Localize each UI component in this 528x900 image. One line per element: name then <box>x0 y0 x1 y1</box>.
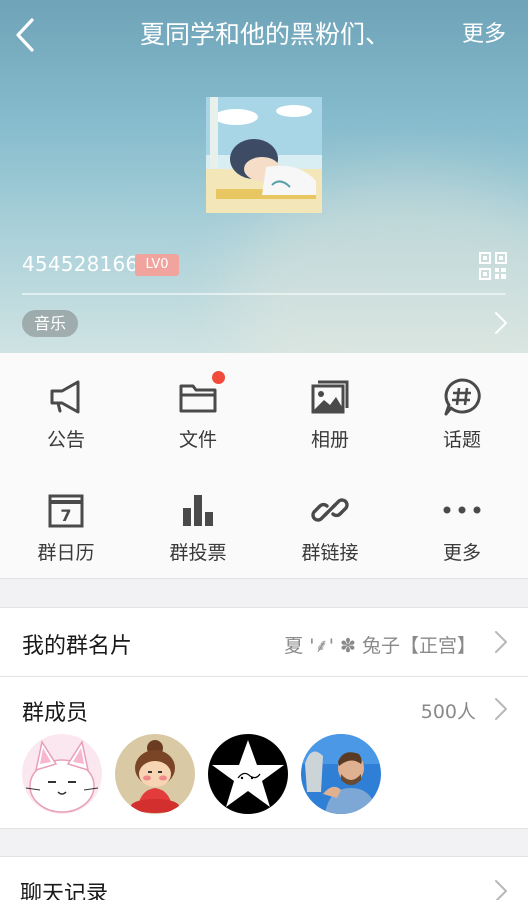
group-members-row[interactable]: 群成员 500人 <box>0 677 528 828</box>
chevron-right-icon <box>495 631 507 653</box>
grid-item-album[interactable]: 相册 <box>264 353 396 466</box>
grid-item-label: 群日历 <box>37 542 95 564</box>
grid-item-files[interactable]: 文件 <box>132 353 264 466</box>
chevron-right-icon <box>495 698 507 720</box>
svg-text:7: 7 <box>60 506 71 525</box>
photo-album-icon <box>311 380 349 414</box>
group-members-title: 群成员 <box>22 701 89 726</box>
group-header-hero: 夏同学和他的黑粉们、 更多 454528166 LV0 音乐 <box>0 0 528 353</box>
member-avatar-cat[interactable] <box>22 734 102 814</box>
grid-item-label: 群投票 <box>169 542 227 564</box>
chat-history-row[interactable]: 聊天记录 <box>0 857 528 900</box>
grid-divider <box>0 578 528 579</box>
group-id-number: 454528166 <box>22 252 139 276</box>
back-arrow-icon <box>16 18 34 52</box>
my-group-card-value: 夏 '⸙' ✽ 兔子【正宫】 <box>284 635 476 657</box>
qr-code-button[interactable] <box>479 252 507 280</box>
member-avatar-star[interactable] <box>208 734 288 814</box>
back-button[interactable] <box>8 12 42 58</box>
top-bar: 夏同学和他的黑粉们、 更多 <box>0 0 528 70</box>
more-dots-icon <box>443 506 481 514</box>
section-divider <box>0 828 528 829</box>
feature-grid: 公告 文件 相册 话题 7 群日历 群投票 群链接 更多 <box>0 353 528 579</box>
group-avatar[interactable] <box>206 97 322 213</box>
member-avatar-man[interactable] <box>301 734 381 814</box>
group-category-tag: 音乐 <box>22 310 79 337</box>
topic-hash-icon <box>444 378 481 416</box>
chevron-right-icon <box>495 312 507 334</box>
grid-item-label: 相册 <box>310 429 349 451</box>
grid-item-label: 文件 <box>178 429 217 451</box>
chat-history-title: 聊天记录 <box>20 882 109 900</box>
group-members-count: 500人 <box>420 701 476 723</box>
grid-item-vote[interactable]: 群投票 <box>132 466 264 579</box>
grid-item-more[interactable]: 更多 <box>396 466 528 579</box>
new-file-badge-dot <box>212 371 225 384</box>
grid-item-topic[interactable]: 话题 <box>396 353 528 466</box>
group-tag-row[interactable]: 音乐 <box>0 303 528 345</box>
grid-item-label: 话题 <box>442 429 481 451</box>
group-title: 夏同学和他的黑粉们、 <box>139 20 390 49</box>
bar-chart-icon <box>183 495 213 526</box>
chevron-right-icon <box>495 880 507 900</box>
my-group-card-row[interactable]: 我的群名片 夏 '⸙' ✽ 兔子【正宫】 <box>0 608 528 676</box>
hero-divider <box>22 293 506 295</box>
grid-item-label: 公告 <box>46 429 85 451</box>
calendar-icon: 7 <box>48 494 84 528</box>
grid-item-label: 更多 <box>442 542 481 564</box>
level-badge: LV0 <box>135 254 179 276</box>
grid-item-calendar[interactable]: 7 群日历 <box>0 466 132 579</box>
grid-item-label: 群链接 <box>301 542 359 564</box>
qr-code-icon <box>479 252 507 280</box>
my-group-card-title: 我的群名片 <box>22 634 133 659</box>
grid-item-link[interactable]: 群链接 <box>264 466 396 579</box>
member-avatar-girl[interactable] <box>115 734 195 814</box>
megaphone-icon <box>50 380 80 414</box>
more-button[interactable]: 更多 <box>462 16 506 54</box>
grid-item-announcement[interactable]: 公告 <box>0 353 132 466</box>
link-icon <box>311 498 349 522</box>
folder-icon <box>179 384 217 413</box>
